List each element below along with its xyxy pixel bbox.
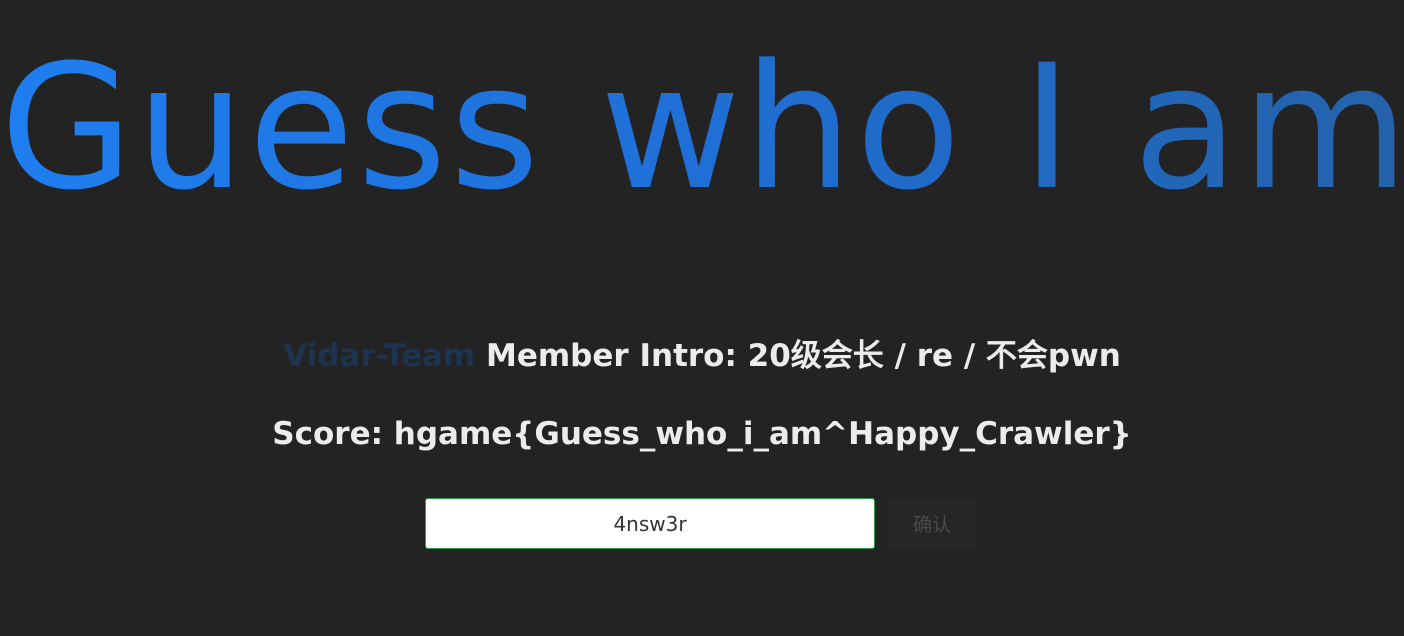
score-text: Score: hgame{Guess_who_i_am^Happy_Crawle… — [272, 416, 1132, 452]
answer-input[interactable] — [425, 498, 875, 549]
confirm-button[interactable]: 确认 — [888, 498, 976, 549]
team-name: Vidar-Team — [283, 338, 476, 374]
member-intro-text: Member Intro: 20级会长 / re / 不会pwn — [486, 338, 1121, 374]
member-intro: Vidar-Team Member Intro: 20级会长 / re / 不会… — [0, 334, 1404, 378]
page: Guess who I am Vidar-Team Member Intro: … — [0, 0, 1404, 636]
page-title: Guess who I am — [0, 27, 1404, 228]
